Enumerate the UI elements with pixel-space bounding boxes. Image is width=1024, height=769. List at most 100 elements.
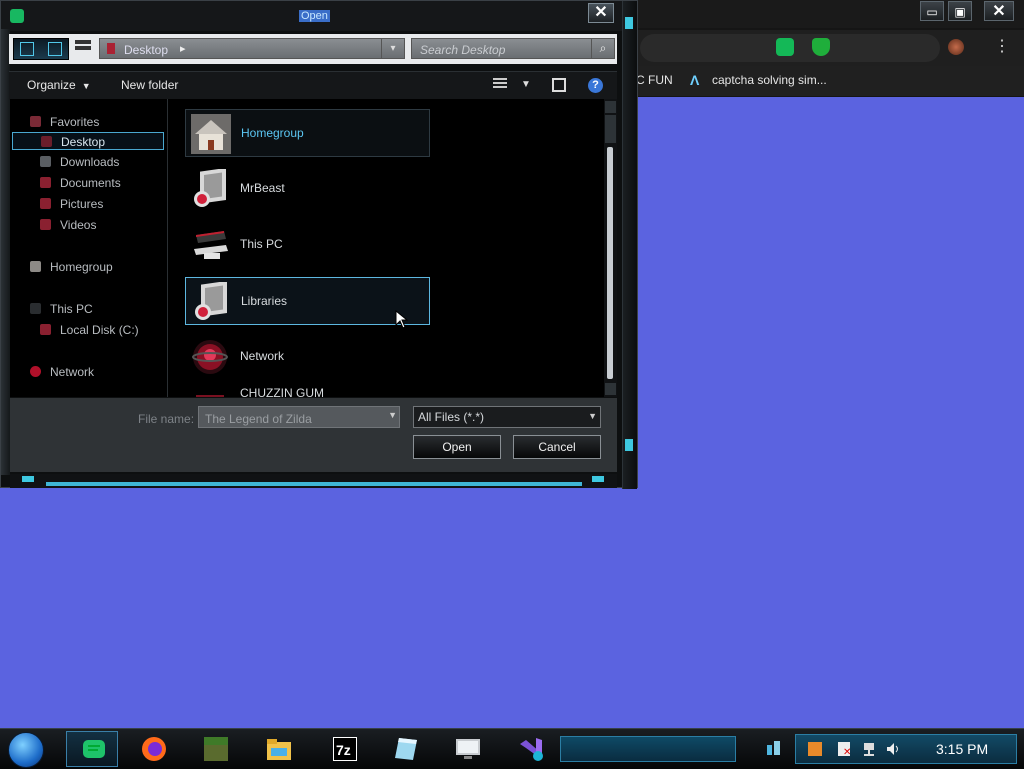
view-more-chevron-icon[interactable]: ▼ (521, 79, 535, 93)
disk-icon (40, 324, 51, 335)
computer-icon (30, 303, 41, 314)
svg-text:7z: 7z (336, 742, 351, 758)
network-icon (30, 366, 41, 377)
taskbar-search-box[interactable] (560, 736, 736, 762)
taskbar-app-7zip[interactable]: 7z (318, 731, 370, 767)
show-desktop-icon[interactable] (766, 739, 782, 757)
downloads-icon (40, 156, 51, 167)
sidebar-item-videos[interactable]: Videos (10, 216, 165, 234)
browser-maximize-button[interactable]: ▣ (948, 1, 972, 21)
background-browser-window: ▭ ▣ ✕ ⋮ C FUN Λ captcha solving sim... (600, 0, 1024, 97)
dialog-close-button[interactable]: ✕ (588, 3, 614, 23)
taskbar-app-visual-studio[interactable] (504, 731, 556, 767)
star-icon (30, 116, 41, 127)
start-button[interactable] (8, 732, 44, 768)
browser-close-button[interactable]: ✕ (984, 1, 1014, 21)
search-icon[interactable]: ⌕ (591, 39, 614, 58)
sidebar-item-pictures[interactable]: Pictures (10, 195, 165, 213)
file-name-combobox[interactable]: ▼ (198, 406, 400, 428)
sidebar-item-favorites[interactable]: Favorites (10, 113, 165, 131)
scroll-track-top[interactable] (605, 115, 616, 143)
taskbar-app-messenger[interactable] (66, 731, 118, 767)
sidebar-item-downloads[interactable]: Downloads (10, 153, 165, 171)
back-forward-buttons[interactable] (13, 38, 69, 60)
sidebar-item-desktop[interactable]: Desktop (12, 132, 164, 150)
bookmarks-bar: C FUN Λ captcha solving sim... (600, 66, 1024, 96)
sidebar-item-homegroup[interactable]: Homegroup (10, 258, 165, 276)
chevron-right-icon[interactable]: ▸ (180, 42, 186, 55)
back-arrow-icon[interactable] (20, 42, 34, 56)
taskbar-app-firefox[interactable] (127, 731, 179, 767)
libraries-icon (195, 282, 227, 320)
taskbar-app-task-manager[interactable] (441, 731, 493, 767)
vertical-scrollbar[interactable] (604, 99, 617, 397)
documents-icon (40, 177, 51, 188)
taskbar-app-file-explorer[interactable] (252, 731, 304, 767)
sidebar-item-label: Network (50, 365, 95, 379)
shield-extension-icon[interactable] (812, 38, 830, 56)
taskbar-app-minecraft[interactable] (189, 731, 241, 767)
preview-pane-icon[interactable] (552, 78, 566, 92)
action-center-warning-icon[interactable]: ✕ (838, 742, 852, 756)
help-icon[interactable]: ? (588, 78, 603, 93)
tray-app-icon[interactable] (808, 742, 822, 756)
list-item-chuzzin-gum[interactable]: CHUZZIN GUM (185, 386, 430, 397)
browser-menu-icon[interactable]: ⋮ (994, 36, 1010, 56)
organize-button[interactable]: Organize ▼ (27, 78, 91, 92)
sidebar-item-this-pc[interactable]: This PC (10, 300, 165, 318)
breadcrumb[interactable]: Desktop ▸ ▾ (99, 38, 405, 59)
view-options-icon[interactable] (493, 78, 507, 92)
breadcrumb-desktop[interactable]: Desktop (124, 43, 168, 57)
chevron-down-icon[interactable]: ▼ (588, 411, 597, 421)
file-name-input[interactable] (203, 410, 383, 427)
file-type-value: All Files (*.*) (418, 410, 485, 424)
notepad-icon (395, 738, 417, 760)
scroll-down-arrow[interactable] (605, 383, 616, 395)
file-name: This PC (240, 237, 283, 251)
sidebar-item-local-disk[interactable]: Local Disk (C:) (10, 321, 165, 339)
sidebar-item-label: Homegroup (50, 260, 113, 274)
sidebar-item-network[interactable]: Network (10, 363, 165, 381)
list-item-this-pc[interactable]: This PC (185, 221, 430, 269)
new-folder-button[interactable]: New folder (121, 78, 178, 92)
list-item-libraries[interactable]: Libraries (185, 277, 430, 325)
scroll-left-arrow[interactable] (22, 476, 34, 482)
network-tray-icon[interactable] (862, 742, 876, 756)
taskbar: 7z ✕ 3:15 PM (0, 728, 1024, 769)
cancel-button[interactable]: Cancel (513, 435, 601, 459)
scroll-up-arrow[interactable] (605, 101, 616, 113)
taskbar-clock[interactable]: 3:15 PM (936, 741, 988, 757)
chevron-down-icon[interactable]: ▼ (388, 410, 397, 420)
browser-minimize-button[interactable]: ▭ (920, 1, 944, 21)
chat-bubble-icon (83, 740, 105, 758)
profile-avatar[interactable] (948, 39, 964, 55)
list-item-network[interactable]: Network (185, 333, 430, 381)
chat-extension-icon[interactable] (776, 38, 794, 56)
folder-icon (107, 43, 115, 54)
horizontal-scrollbar[interactable] (10, 474, 617, 488)
search-input[interactable] (418, 41, 592, 59)
scroll-thumb[interactable] (607, 147, 613, 379)
recent-locations-icon[interactable] (75, 40, 91, 56)
volume-icon[interactable] (886, 742, 900, 756)
pictures-icon (40, 198, 51, 209)
file-type-select[interactable]: All Files (*.*) ▼ (413, 406, 601, 428)
taskbar-app-notepad[interactable] (379, 731, 431, 767)
list-item-homegroup[interactable]: Homegroup (185, 109, 430, 157)
firefox-icon (142, 737, 166, 761)
navigation-pane: Favorites Desktop Downloads Documents Pi… (10, 99, 168, 397)
homegroup-icon (30, 261, 41, 272)
bookmark-item[interactable]: C FUN (636, 73, 673, 87)
search-box[interactable]: ⌕ (411, 38, 615, 59)
scroll-right-arrow[interactable] (592, 476, 604, 482)
list-item-mrbeast[interactable]: MrBeast (185, 165, 430, 213)
dialog-title-bar: Open ✕ (1, 1, 625, 31)
svg-text:✕: ✕ (843, 747, 851, 756)
chevron-down-icon[interactable]: ▾ (381, 39, 404, 58)
open-button[interactable]: Open (413, 435, 501, 459)
scroll-thumb[interactable] (46, 482, 582, 486)
bookmark-item[interactable]: captcha solving sim... (712, 73, 827, 87)
forward-arrow-icon[interactable] (48, 42, 62, 56)
sidebar-item-label: Downloads (60, 155, 120, 169)
sidebar-item-documents[interactable]: Documents (10, 174, 165, 192)
